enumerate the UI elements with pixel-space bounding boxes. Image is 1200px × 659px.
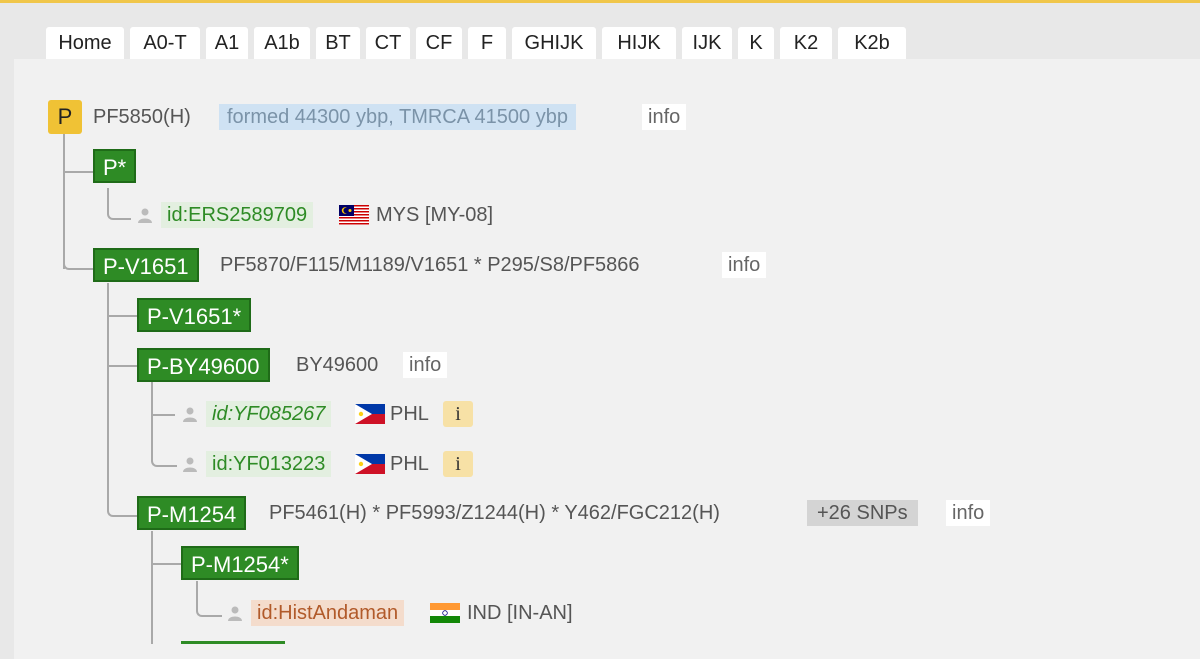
p-v1651-info-button[interactable]: info (722, 252, 767, 278)
tab-bt[interactable]: BT (316, 27, 360, 59)
person-icon (138, 208, 152, 223)
india-flag-icon (430, 603, 460, 623)
tree-connector (151, 382, 153, 422)
tab-ijk[interactable]: IJK (682, 27, 732, 59)
tab-a0-t[interactable]: A0-T (130, 27, 200, 59)
tree-connector (151, 563, 181, 565)
sample-info-icon[interactable]: i (443, 451, 473, 477)
tree-connector (107, 365, 137, 367)
tree-connector (107, 283, 109, 483)
malaysia-flag-icon (339, 205, 369, 225)
person-icon (183, 407, 197, 422)
tree-connector (196, 581, 222, 617)
tree-connector (107, 315, 137, 317)
node-p-m1254[interactable]: P-M1254 (137, 496, 247, 530)
tab-a1[interactable]: A1 (206, 27, 248, 59)
p-by49600-snps: BY49600 (296, 354, 379, 376)
sample-info-icon[interactable]: i (443, 401, 473, 427)
person-icon (228, 606, 242, 621)
node-p-by49600[interactable]: P-BY49600 (137, 348, 270, 382)
sample-id-ers2589709[interactable]: id:ERS2589709 (161, 202, 314, 228)
root-info-button[interactable]: info (642, 104, 687, 130)
sample-country-phl: PHL (390, 403, 429, 425)
tab-a1b[interactable]: A1b (254, 27, 310, 59)
tree-connector (63, 240, 95, 270)
sample-id-histandaman[interactable]: id:HistAndaman (251, 600, 405, 626)
node-p-star[interactable]: P* (93, 149, 137, 183)
philippines-flag-icon (355, 404, 385, 424)
haplogroup-root-badge[interactable]: P (48, 100, 82, 134)
tab-k2b[interactable]: K2b (838, 27, 906, 59)
tree-connector (107, 480, 139, 517)
sample-country-phl: PHL (390, 453, 429, 475)
node-p-v1651[interactable]: P-V1651 (93, 248, 199, 282)
p-m1254-snps: PF5461(H) * PF5993/Z1244(H) * Y462/FGC21… (269, 502, 720, 524)
p-by49600-info-button[interactable]: info (403, 352, 448, 378)
tree-connector (107, 188, 131, 220)
tree-connector (151, 420, 177, 467)
tree-connector (151, 531, 153, 644)
tab-k2[interactable]: K2 (780, 27, 832, 59)
tab-cf[interactable]: CF (416, 27, 462, 59)
tree-connector (63, 171, 93, 173)
node-p-m1254-star[interactable]: P-M1254* (181, 546, 299, 580)
sample-country-mys: MYS [MY-08] (376, 204, 494, 226)
top-accent-bar (0, 0, 1200, 3)
p-v1651-snps: PF5870/F115/M1189/V1651 * P295/S8/PF5866 (220, 254, 640, 276)
tab-home[interactable]: Home (46, 27, 124, 59)
node-p-v1651-star[interactable]: P-V1651* (137, 298, 252, 332)
sample-id-yf085267[interactable]: id:YF085267 (206, 401, 332, 427)
tab-f[interactable]: F (468, 27, 506, 59)
sample-id-yf013223[interactable]: id:YF013223 (206, 451, 332, 477)
tab-k[interactable]: K (738, 27, 774, 59)
tree-connector (151, 414, 175, 416)
philippines-flag-icon (355, 454, 385, 474)
sample-country-ind: IND [IN-AN] (467, 602, 573, 624)
tab-ct[interactable]: CT (366, 27, 410, 59)
formed-tmrca-badge: formed 44300 ybp, TMRCA 41500 ybp (219, 104, 576, 130)
tab-ghijk[interactable]: GHIJK (512, 27, 596, 59)
more-snps-button[interactable]: +26 SNPs (807, 500, 918, 526)
person-icon (183, 457, 197, 472)
p-m1254-info-button[interactable]: info (946, 500, 991, 526)
root-snps: PF5850(H) (93, 106, 191, 128)
tab-hijk[interactable]: HIJK (602, 27, 676, 59)
